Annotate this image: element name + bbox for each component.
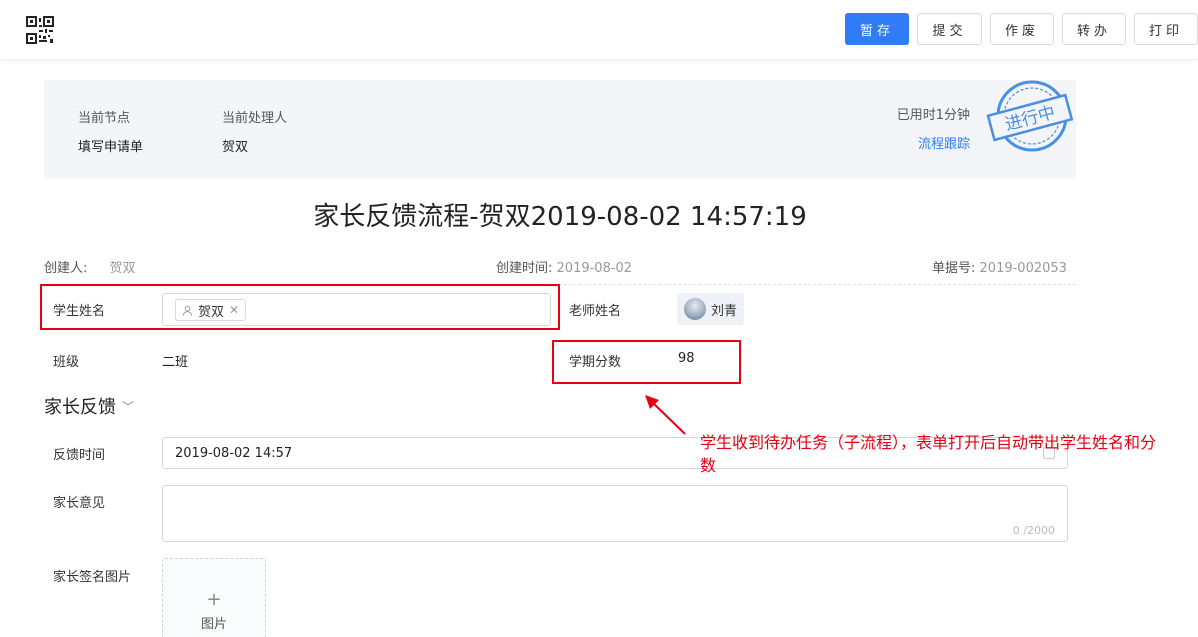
created-time-meta: 创建时间: 2019-08-02	[496, 257, 632, 276]
class-label: 班级	[53, 355, 80, 370]
annotation-arrow-icon	[645, 395, 686, 435]
teacher-name-label: 老师姓名	[569, 304, 622, 319]
transfer-button[interactable]: 转办	[1062, 13, 1126, 45]
created-time-value: 2019-08-02	[556, 261, 633, 276]
chevron-down-icon: ﹀	[122, 399, 135, 414]
teacher-chip[interactable]: 刘青	[677, 293, 745, 325]
creator-label: 创建人:	[44, 261, 88, 276]
remove-tag-icon[interactable]: ✕	[229, 303, 239, 317]
teacher-name-value: 刘青	[711, 303, 738, 319]
created-time-label: 创建时间:	[496, 261, 553, 276]
term-score-value: 98	[678, 351, 695, 366]
process-trace-link[interactable]: 流程跟踪	[918, 133, 970, 152]
feedback-time-label: 反馈时间	[53, 448, 106, 463]
upload-label: 图片	[200, 617, 227, 632]
signature-image-label: 家长签名图片	[53, 570, 132, 585]
current-node-value: 填写申请单	[78, 140, 144, 155]
doc-number-meta: 单据号: 2019-002053	[932, 257, 1067, 276]
print-button[interactable]: 打印	[1134, 13, 1198, 45]
top-toolbar: 暂存 提交 作废 转办 打印	[0, 0, 1198, 60]
student-tag-label: 贺双	[198, 304, 225, 320]
feedback-time-value: 2019-08-02 14:57	[175, 446, 293, 461]
void-button[interactable]: 作废	[990, 13, 1054, 45]
doc-number-value: 2019-002053	[979, 261, 1067, 276]
section-title: 家长反馈	[44, 397, 116, 418]
term-score-label: 学期分数	[569, 355, 622, 370]
student-tag[interactable]: 贺双 ✕	[175, 299, 247, 321]
class-value: 二班	[162, 355, 189, 370]
in-progress-stamp: 进行中	[986, 80, 1074, 152]
char-counter: 0 /2000	[1012, 524, 1055, 537]
current-node-label: 当前节点	[78, 111, 131, 126]
save-draft-button[interactable]: 暂存	[845, 13, 909, 45]
doc-number-label: 单据号:	[932, 261, 976, 276]
page-title: 家长反馈流程-贺双2019-08-02 14:57:19	[313, 202, 807, 232]
student-name-label: 学生姓名	[53, 304, 106, 319]
plus-icon: +	[206, 589, 222, 610]
creator-value: 贺双	[109, 261, 136, 276]
creator-meta: 创建人: 贺双	[44, 257, 136, 276]
qrcode-icon[interactable]	[26, 16, 54, 44]
submit-button[interactable]: 提交	[917, 13, 982, 45]
current-handler-value: 贺双	[222, 140, 249, 155]
elapsed-time: 已用时1分钟	[896, 108, 970, 123]
student-name-input[interactable]: 贺双 ✕	[162, 293, 551, 326]
annotation-note: 学生收到待办任务（子流程），表单打开后自动带出学生姓名和分数	[700, 433, 1157, 475]
user-icon	[182, 305, 193, 316]
avatar	[684, 298, 706, 320]
parent-opinion-label: 家长意见	[53, 496, 106, 511]
current-handler-label: 当前处理人	[222, 111, 288, 126]
process-status-panel: 当前节点 填写申请单 当前处理人 贺双 已用时1分钟 流程跟踪 进行中	[44, 80, 1076, 179]
image-upload-button[interactable]: + 图片	[162, 558, 266, 637]
parent-opinion-textarea[interactable]: 0 /2000	[162, 485, 1068, 542]
section-header-parent-feedback[interactable]: 家长反馈 ﹀	[44, 393, 134, 419]
